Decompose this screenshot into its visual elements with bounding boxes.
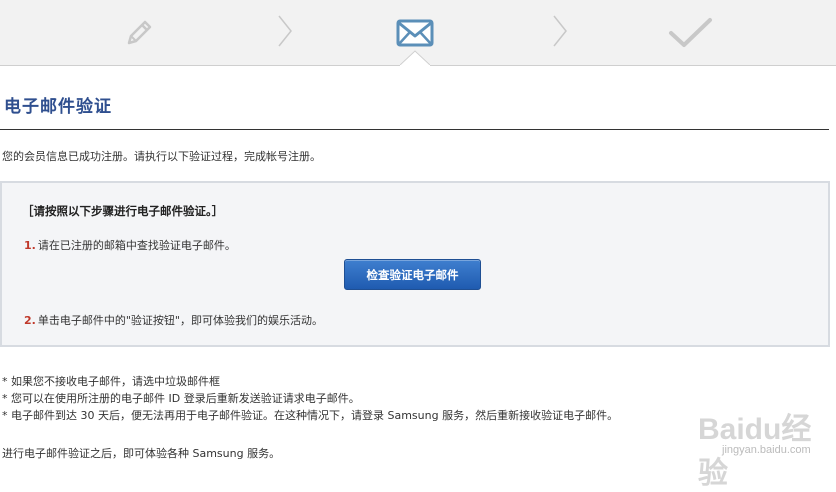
step-2-number: 2.: [24, 314, 36, 327]
note-item: * 如果您不接收电子邮件，请选中垃圾邮件框: [2, 375, 220, 388]
check-verification-email-button[interactable]: 检查验证电子邮件: [344, 259, 481, 290]
note-item: * 电子邮件到达 30 天后，便无法再用于电子邮件验证。在这种情况下，请登录 S…: [2, 409, 619, 422]
step-progress-bar: [0, 0, 836, 66]
verification-steps-box: ［请按照以下步骤进行电子邮件验证。］ 1. 请在已注册的邮箱中查找验证电子邮件。 …: [0, 181, 830, 347]
baidu-watermark: Baidu经验 jingyan.baidu.com: [698, 404, 828, 490]
footer-text: 进行电子邮件验证之后，即可体验各种 Samsung 服务。: [2, 447, 281, 460]
steps-heading: ［请按照以下步骤进行电子邮件验证。］: [22, 204, 224, 218]
active-step-pointer: [400, 50, 430, 66]
step-2-text: 单击电子邮件中的"验证按钮"，即可体验我们的娱乐活动。: [37, 314, 323, 327]
step-1-text: 请在已注册的邮箱中查找验证电子邮件。: [37, 239, 236, 252]
pencil-icon: [127, 20, 152, 44]
step-complete: [662, 0, 718, 65]
chevron-right-icon: [278, 15, 292, 47]
envelope-icon: [396, 19, 434, 46]
intro-text: 您的会员信息已成功注册。请执行以下验证过程，完成帐号注册。: [2, 150, 321, 163]
watermark-url: jingyan.baidu.com: [722, 444, 811, 456]
note-item: * 您可以在使用所注册的电子邮件 ID 登录后重新发送验证请求电子邮件。: [2, 392, 360, 405]
step-1-number: 1.: [24, 239, 36, 252]
title-divider: [0, 129, 829, 130]
page-title: 电子邮件验证: [4, 97, 112, 117]
checkmark-icon: [669, 17, 712, 47]
chevron-right-icon: [553, 15, 567, 47]
step-fill-info: [112, 0, 166, 65]
step-2-instruction: 2. 单击电子邮件中的"验证按钮"，即可体验我们的娱乐活动。: [24, 312, 323, 328]
notes-list: * 如果您不接收电子邮件，请选中垃圾邮件框 * 您可以在使用所注册的电子邮件 I…: [2, 373, 618, 424]
step-1-instruction: 1. 请在已注册的邮箱中查找验证电子邮件。: [24, 237, 236, 253]
